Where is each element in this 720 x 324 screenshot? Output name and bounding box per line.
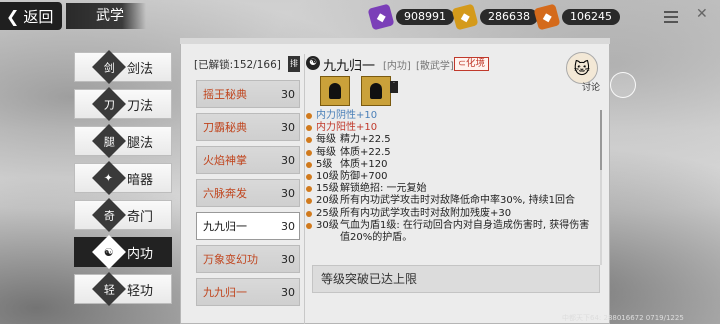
skill-name: 六脉奔发 <box>203 187 247 200</box>
sidebar-item-label: 奇门 <box>127 209 154 225</box>
odd-weapon-icon: 奇 <box>92 198 126 232</box>
list-item[interactable]: 六脉奔发 30 <box>196 179 300 207</box>
floating-circle-button[interactable] <box>610 72 636 98</box>
close-icon[interactable]: ✕ <box>696 6 708 22</box>
sidebar-item-kick[interactable]: 腿 腿法 <box>74 124 172 158</box>
effect-scrollbar-thumb[interactable] <box>600 110 602 170</box>
meditating-figure-icon <box>329 83 341 99</box>
top-bar: ❮ 返回 武学 ◆ 908991 ◆ 286638 ◆ 106245 ✕ <box>0 0 720 34</box>
inner-power-icon: ☯ <box>306 56 320 70</box>
skill-type-tag: [内功] <box>383 61 411 72</box>
move-tag-icon: · <box>390 81 398 93</box>
skill-level: 30 <box>281 252 295 266</box>
skill-name: 摇王秘典 <box>203 88 247 101</box>
footer-info: 中都天下64: 288016672 0719/1225 <box>562 314 684 322</box>
breakthrough-status: 等级突破已达上限 <box>312 265 600 293</box>
back-label: 返回 <box>23 7 54 26</box>
effect-row: 20级 所有内功武学攻击时对敌降低命中率30%, 持续1回合 <box>306 195 596 207</box>
back-button[interactable]: ❮ 返回 <box>0 2 62 30</box>
page-title: 武学 <box>66 3 146 29</box>
lightness-icon: 轻 <box>92 272 126 306</box>
effect-row: 每级 精力+22.5 <box>306 134 596 146</box>
skill-level: 30 <box>281 120 295 134</box>
realm-badge: ⊂化境 <box>454 57 489 71</box>
panel-top-strip <box>180 38 610 44</box>
effect-list: 内力阴性+10 内力阳性+10 每级 精力+22.5 每级 体质+22.5 5级 体质… <box>306 110 596 244</box>
sword-icon: 剑 <box>92 50 126 84</box>
skill-level: 30 <box>281 186 295 200</box>
sidebar-item-dart[interactable]: ✦ 暗器 <box>74 161 172 195</box>
panel-divider <box>304 54 305 324</box>
currency-value: 106245 <box>562 9 620 25</box>
category-sidebar: 剑 剑法 刀 刀法 腿 腿法 ✦ 暗器 奇 奇门 ☯ 内功 轻 轻功 <box>74 50 172 311</box>
skill-name: 万象变幻功 <box>203 253 258 266</box>
menu-icon[interactable] <box>658 4 684 30</box>
list-item[interactable]: 刀霸秘典 30 <box>196 113 300 141</box>
sidebar-item-label: 内功 <box>127 246 154 262</box>
currency-orange[interactable]: ◆ 106245 <box>533 3 620 31</box>
skill-name: 九九归一 <box>203 286 247 299</box>
effect-row: 10级 防御+700 <box>306 171 596 183</box>
sidebar-item-lightness[interactable]: 轻 轻功 <box>74 272 172 306</box>
currency-value: 286638 <box>480 9 538 25</box>
list-item[interactable]: 摇王秘典 30 <box>196 80 300 108</box>
effect-row: 内力阴性+10 <box>306 110 596 122</box>
effect-row: 15级 解锁绝招: 一元复始 <box>306 183 596 195</box>
sidebar-item-label: 刀法 <box>127 98 154 114</box>
list-item[interactable]: 火焰神掌 30 <box>196 146 300 174</box>
meditating-figure-icon <box>370 83 382 99</box>
skill-level: 30 <box>281 87 295 101</box>
list-item[interactable]: 九九归一 30 <box>196 278 300 306</box>
skill-level: 30 <box>281 153 295 167</box>
kick-icon: 腿 <box>92 124 126 158</box>
skill-move-icon[interactable] <box>320 76 350 106</box>
sidebar-item-odd[interactable]: 奇 奇门 <box>74 198 172 232</box>
sidebar-item-label: 轻功 <box>127 283 154 299</box>
skill-list[interactable]: 摇王秘典 30 刀霸秘典 30 火焰神掌 30 六脉奔发 30 九九归一 30 … <box>196 80 300 324</box>
effect-row: 5级 体质+120 <box>306 159 596 171</box>
effect-row: 25级 所有内功武学攻击时对敌附加残废+30 <box>306 208 596 220</box>
effect-row: 每级 体质+22.5 <box>306 147 596 159</box>
skill-title: 九九归一 <box>323 59 376 74</box>
currency-purple[interactable]: ◆ 908991 <box>367 3 454 31</box>
sidebar-item-blade[interactable]: 刀 刀法 <box>74 87 172 121</box>
sidebar-item-label: 暗器 <box>127 172 154 188</box>
skill-move-icon[interactable]: · <box>361 76 398 106</box>
chevron-left-icon: ❮ <box>6 6 20 26</box>
effect-row: 30级 气血为盾1级: 在行动回合内对自身造成伤害时, 获得伤害值20%的护盾。 <box>306 220 596 244</box>
skill-level: 30 <box>281 285 295 299</box>
skill-name: 火焰神掌 <box>203 154 247 167</box>
effect-row: 内力阳性+10 <box>306 122 596 134</box>
sidebar-item-label: 剑法 <box>127 61 154 77</box>
inner-power-icon: ☯ <box>92 235 126 269</box>
list-item-selected[interactable]: 九九归一 30 <box>196 212 300 240</box>
skill-level: 30 <box>281 219 295 233</box>
dart-icon: ✦ <box>92 161 126 195</box>
sidebar-item-sword[interactable]: 剑 剑法 <box>74 50 172 84</box>
gold-coin-icon: ◆ <box>451 3 479 31</box>
blade-icon: 刀 <box>92 87 126 121</box>
currency-gold[interactable]: ◆ 286638 <box>451 3 538 31</box>
sort-button[interactable]: 排 <box>288 56 300 72</box>
orange-token-icon: ◆ <box>533 3 561 31</box>
purple-gem-icon: ◆ <box>367 3 395 31</box>
discussion-label: 讨论 <box>582 83 601 93</box>
unlocked-count: [已解锁:152/166] <box>194 58 281 71</box>
currency-value: 908991 <box>396 9 454 25</box>
skill-name: 刀霸秘典 <box>203 121 247 134</box>
list-item[interactable]: 万象变幻功 30 <box>196 245 300 273</box>
skill-name: 九九归一 <box>203 220 247 233</box>
sidebar-item-inner-power[interactable]: ☯ 内功 <box>74 235 172 269</box>
skill-category-tag: [散武学] <box>416 61 454 72</box>
sidebar-item-label: 腿法 <box>127 135 154 151</box>
